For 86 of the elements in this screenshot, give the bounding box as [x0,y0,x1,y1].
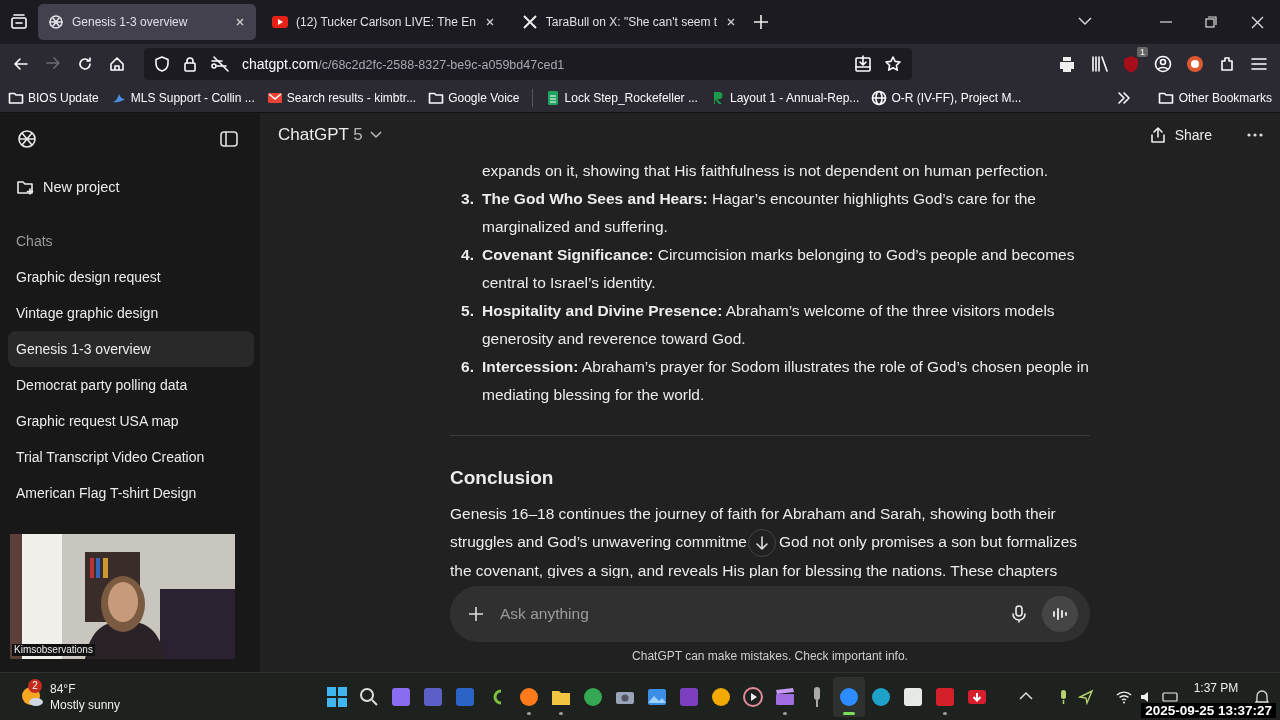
notifications-icon[interactable] [1254,688,1270,705]
clock[interactable]: 1:37 PM [1186,680,1246,695]
arrow-down-icon [754,535,769,550]
participant-name: Kimsobservations [12,644,95,656]
browser-tab[interactable]: (12) Tucker Carlson LIVE: The En [262,4,506,40]
bookmark-link[interactable]: O-R (IV-FF), Project M... [871,90,1022,106]
voice-mode-button[interactable] [1042,596,1078,632]
bookmark-link[interactable]: Other Bookmarks [1157,90,1272,106]
notification-badge: 1 [1137,47,1148,57]
scroll-down-button[interactable] [747,528,776,557]
lock-icon[interactable] [182,56,198,72]
tab-list-icon[interactable] [10,13,28,31]
share-icon [1148,126,1167,144]
play-logo-icon [272,14,288,30]
section-heading: Conclusion [450,466,554,490]
sidebar-toggle-icon[interactable] [220,130,238,148]
browser-tab[interactable]: TaraBull on X: "She can't seem t [511,4,748,40]
globe-icon [871,90,888,106]
bookmark-link[interactable]: Layout 1 - Annual-Rep... [709,90,860,106]
microphone-icon[interactable] [1010,605,1028,623]
waveform-icon [1052,606,1068,622]
microphone-icon [813,686,821,707]
folder-icon [8,90,24,106]
list-number: 6. [460,357,475,377]
star-icon[interactable] [884,55,902,73]
bookmark-link[interactable]: Google Voice [428,90,520,106]
recording-timestamp: 2025-09-25 13:37:27 [1141,703,1276,718]
address-bar[interactable]: chatgpt.com/c/68c2d2fc-2588-8327-be9c-a059bd47ced1 [144,48,912,80]
taskbar-button[interactable] [833,676,865,717]
close-icon[interactable] [234,16,246,28]
message-field[interactable]: Ask anything [498,604,996,624]
permissions-icon[interactable] [210,55,230,73]
back-icon[interactable] [12,55,30,73]
shield-icon[interactable] [154,56,170,72]
close-icon[interactable] [1251,15,1264,29]
download-page-icon[interactable] [854,55,872,73]
model-selector[interactable]: ChatGPT 5 [278,125,383,145]
x-logo-icon [521,14,538,30]
disclaimer-text: ChatGPT can make mistakes. Check important info. [632,649,908,663]
section-heading: Chats [15,233,54,249]
extensions-icon[interactable] [1218,55,1236,73]
bookmark-link[interactable]: BIOS Update [8,90,99,106]
chat-item[interactable]: Graphic request USA map [8,403,254,439]
bookmark-link[interactable]: MLS Support - Collin ... [110,90,255,106]
chat-item[interactable]: Genesis 1-3 overview [8,331,254,367]
folder-icon [1157,90,1174,106]
list-item-text: The God Who Sees and Hears: Hagar’s encounter highlights God’s care for the marginalized and suffering. [482,189,1037,237]
mail-icon [266,90,283,106]
list-number: 3. [460,189,475,209]
weather-condition: Mostly sunny [50,696,121,713]
list-item-text: Intercession: Abraham’s prayer for Sodom illustrates the role of God’s chosen people in mediating blessing for the world. [482,357,1090,405]
reload-icon[interactable] [76,55,94,73]
account-icon[interactable] [1154,55,1172,73]
chevron-double-right-icon[interactable] [1115,90,1132,106]
play-icon [741,684,765,709]
duck-logo-icon[interactable] [1186,55,1204,73]
list-item-text: Covenant Significance: Circumcision marks belonging to God’s people and becomes central to Israel’s identity. [482,245,1076,293]
bookmark-link[interactable]: Lock Step_Rockefeller ... [544,90,698,106]
chat-item[interactable]: American Flag T-shirt Design [8,475,254,511]
chat-item[interactable]: Democrat party polling data [8,367,254,403]
chat-item[interactable]: Graphic design request [8,259,254,295]
home-icon[interactable] [108,55,126,73]
new-tab-icon[interactable] [753,14,770,30]
paragraph: Genesis 16–18 continues the journey of faith for Abraham and Sarah, showing both their struggles and God’s unwavering commitme God not only promises a son but formalizes the covenant, gives a sign, and reveals His plan for blessing the nations. These chapters [450,504,1079,581]
browser-tab[interactable]: Genesis 1-3 overview [38,4,256,40]
new-project-button[interactable]: New project [8,169,254,205]
plus-icon[interactable] [468,606,484,622]
weather-widget[interactable]: 2 84°F Mostly sunny [0,680,320,713]
list-item-text: expands on it, showing that His faithfulness is not dependent on human perfection. [482,161,1050,181]
location-icon[interactable] [1078,688,1094,705]
list-number: 4. [460,245,475,265]
list-item-text: Hospitality and Divine Presence: Abraham’s welcome of the three visitors models generosity and reverence toward God. [482,301,1056,349]
library-icon[interactable] [1090,55,1108,73]
list-number: 5. [460,301,475,321]
restore-icon[interactable] [1205,16,1217,28]
chat-item[interactable]: Vintage graphic design [8,295,254,331]
temperature-text: 84°F [50,680,77,697]
folder-plus-icon [16,178,35,196]
folder-icon [428,90,445,106]
chat-item[interactable]: Trial Transcript Video Creation [8,439,254,475]
bookmark-link[interactable]: Search results - kimbtr... [266,90,417,106]
menu-icon[interactable] [1250,55,1268,73]
notification-badge: 2 [28,678,42,693]
windows-icon [325,684,349,709]
share-button[interactable]: Share [1140,120,1220,150]
printer-icon[interactable] [1058,55,1076,73]
